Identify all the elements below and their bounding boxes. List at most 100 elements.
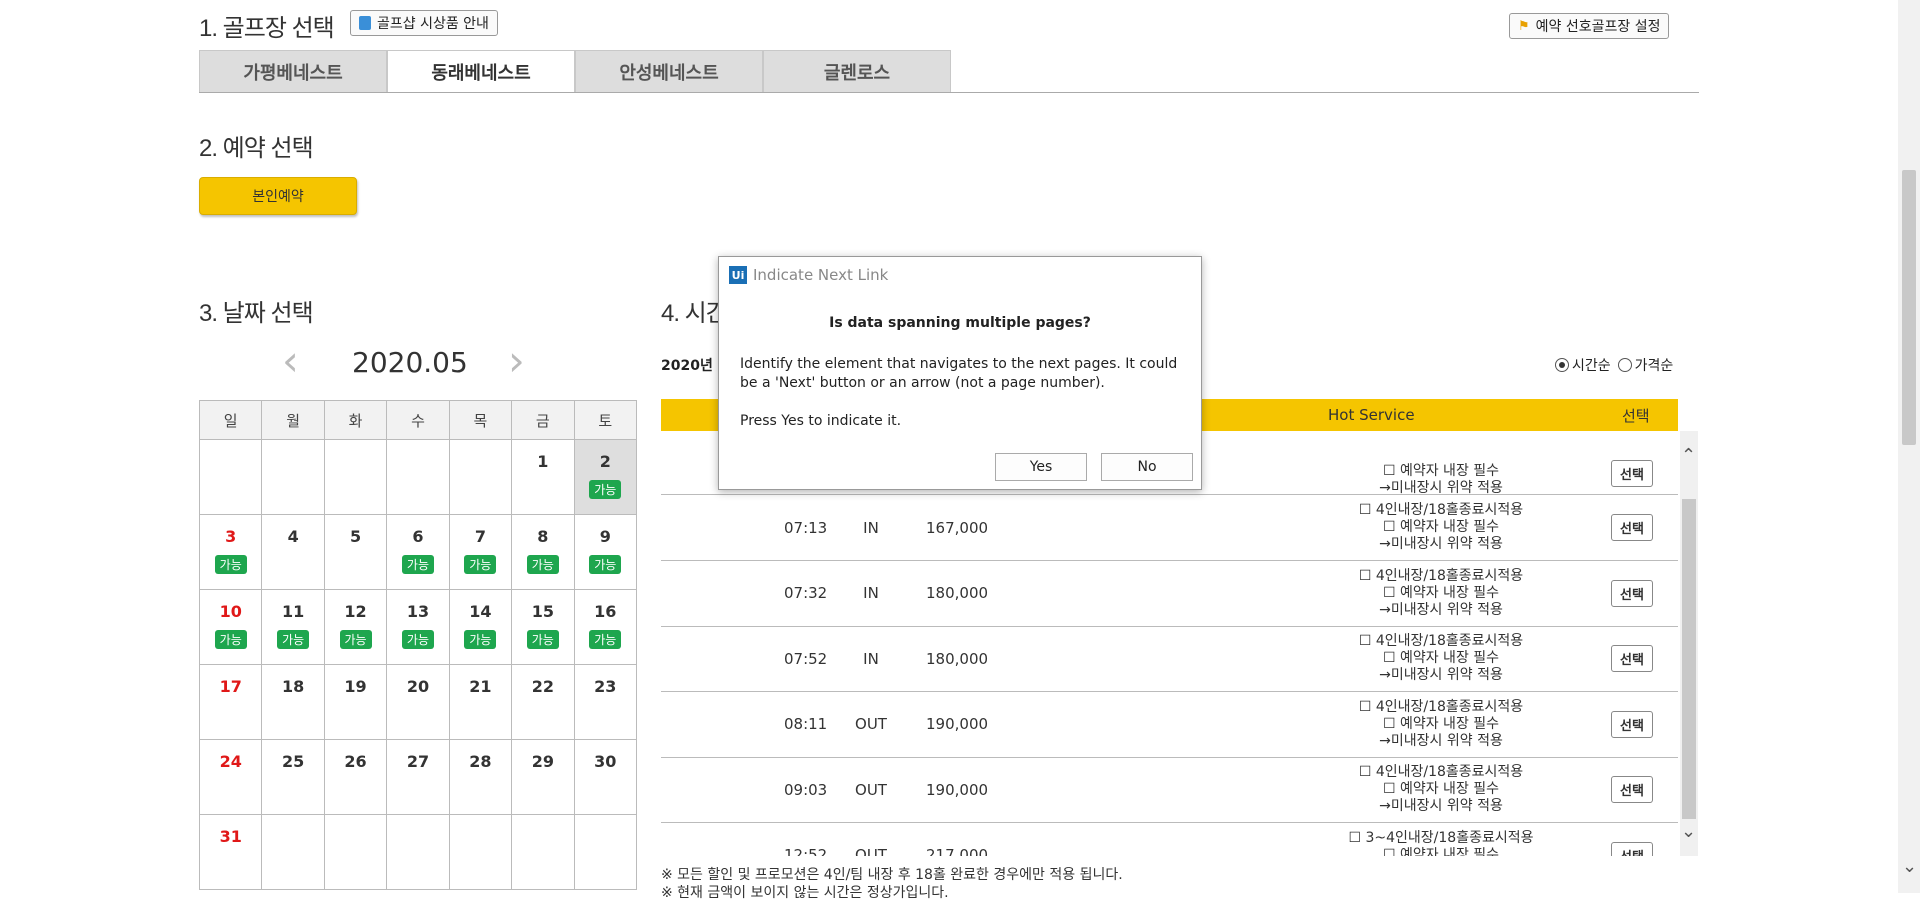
tab-glenross[interactable]: 글렌로스 [763,50,951,92]
select-header: 선택 [1622,406,1650,425]
course-side: IN [863,649,879,668]
indicate-next-link-dialog: Ui Indicate Next Link Is data spanning m… [718,256,1202,490]
course-side: OUT [855,715,887,733]
calendar-day[interactable]: 6 가능 [386,514,450,590]
calendar-day[interactable]: 17 [198,664,263,740]
calendar-day[interactable]: 22 [511,664,575,740]
calendar-day[interactable]: 25 [261,739,325,815]
select-button[interactable]: 선택 [1611,645,1653,672]
tee-time: 08:11 [784,715,828,733]
page-scroll-thumb[interactable] [1902,170,1916,445]
hot-service-line: ☐ 4인내장/18홀종료시적용 [1358,633,1524,649]
calendar-day[interactable]: 4 [261,514,325,590]
calendar-day[interactable]: 18 [261,664,325,740]
calendar-day[interactable]: 15 가능 [511,589,575,665]
calendar-day[interactable]: 20 [386,664,450,740]
hot-service-line: →미내장시 위약 적용 [1379,667,1503,683]
page-scroll-down-arrow[interactable]: ⌄ [1902,856,1917,877]
yes-button[interactable]: Yes [995,453,1087,481]
day-number: 9 [599,527,611,546]
day-number: 19 [344,677,367,696]
sort-price-radio[interactable] [1617,358,1632,372]
calendar-day[interactable]: 24 [198,739,263,815]
calendar-day[interactable]: 12 가능 [323,589,388,665]
calendar-day [448,439,513,515]
day-number: 5 [349,527,362,546]
tab-dongrae[interactable]: 동래베네스트 [387,50,575,92]
scroll-down-arrow[interactable]: ⌄ [1681,821,1696,842]
calendar-day[interactable]: 29 [511,739,575,815]
weekday-tue: 화 [323,400,388,440]
day-number: 13 [406,602,430,621]
select-button[interactable]: 선택 [1611,514,1653,541]
calendar-day[interactable]: 31 [198,814,263,890]
table-scrollbar[interactable]: ⌃ ⌄ [1680,431,1698,856]
course-side: IN [863,518,879,537]
select-button[interactable]: 선택 [1611,579,1653,607]
golfshop-gift-label: 골프샵 시상품 안내 [377,16,489,32]
available-badge: 가능 [526,630,559,649]
calendar-day[interactable]: 5 [323,514,388,590]
green-fee-price: 167,000 [926,518,989,537]
select-button[interactable]: 선택 [1611,776,1653,803]
calendar-day[interactable]: 16 가능 [573,589,638,665]
prev-month-arrow[interactable]: ‹ [282,340,299,382]
calendar-day[interactable]: 19 [323,664,388,740]
weekday-fri: 금 [511,400,575,440]
green-fee-price: 180,000 [926,584,989,602]
calendar-day[interactable]: 30 [573,739,638,815]
calendar-day [261,439,325,515]
no-button[interactable]: No [1101,453,1193,481]
calendar-day[interactable]: 26 [323,739,388,815]
sort-time-radio[interactable] [1555,358,1569,372]
calendar-day[interactable]: 23 [573,664,638,740]
select-button-partial[interactable]: 선택 [1611,460,1653,487]
day-number: 25 [282,752,305,771]
calendar-day[interactable]: 14 가능 [448,589,513,665]
course-side: OUT [855,780,887,799]
available-badge: 가능 [589,480,622,499]
available-badge: 가능 [401,630,435,649]
section1-title: 1. 골프장 선택 [199,15,335,42]
tab-gapyeong[interactable]: 가평베네스트 [199,50,387,92]
hot-service-line: ☐ 예약자 내장 필수 [1382,650,1500,666]
hot-service-text: ☐ 3~4인내장/18홀종료시적용☐ 예약자 내장 필수→미내장시 위약 적용 [1221,830,1661,857]
calendar-day[interactable]: 7 가능 [448,514,513,590]
weekday-sat: 토 [573,400,638,440]
note-price: ※ 현재 금액이 보이지 않는 시간은 정상가입니다. [661,885,949,901]
preferred-course-button[interactable]: ⚑ 예약 선호골프장 설정 [1509,13,1670,39]
golfshop-gift-button[interactable]: 골프샵 시상품 안내 [350,10,498,36]
calendar-day [573,814,638,890]
calendar-day[interactable]: 11 가능 [261,589,325,665]
calendar-day[interactable]: 10 가능 [198,589,263,665]
tab-anseong[interactable]: 안성베네스트 [575,50,763,92]
calendar-day[interactable]: 3 가능 [198,514,263,590]
page-scrollbar[interactable]: ⌄ [1898,0,1920,893]
self-reservation-button[interactable]: 본인예약 [199,177,357,215]
hot-service-line: →미내장시 위약 적용 [1379,536,1503,552]
next-month-arrow[interactable]: › [508,340,525,382]
scroll-up-arrow[interactable]: ⌃ [1681,445,1696,466]
table-scroll-thumb[interactable] [1682,499,1696,819]
hot-service-line: ☐ 예약자 내장 필수 [1382,715,1500,732]
hot-service-line: ☐ 예약자 내장 필수 [1382,584,1500,601]
select-button[interactable]: 선택 [1611,710,1653,738]
calendar-day[interactable]: 21 [448,664,513,740]
calendar-day[interactable]: 27 [386,739,450,815]
select-button[interactable]: 선택 [1611,841,1653,856]
calendar-day[interactable]: 2 가능 [573,439,638,515]
hot-service-text: ☐ 4인내장/18홀종료시적용 ☐ 예약자 내장 필수 →미내장시 위약 적용 [1221,568,1661,619]
calendar-day[interactable]: 28 [448,739,513,815]
available-badge: 가능 [339,630,372,649]
calendar-day[interactable]: 8 가능 [511,514,575,590]
calendar-day[interactable]: 1 [511,439,575,515]
day-number: 28 [469,752,492,771]
day-number: 2 [599,452,611,471]
day-number: 18 [282,677,305,696]
hot-service-header: Hot Service [1328,406,1415,424]
sort-options: 시간순 가격순 [1555,355,1673,375]
day-number: 22 [531,677,554,696]
hot-service-text: ☐ 4인내장/18홀종료시적용 ☐ 예약자 내장 필수 →미내장시 위약 적용 [1221,502,1661,553]
calendar-day[interactable]: 13 가능 [386,589,450,665]
calendar-day[interactable]: 9 가능 [573,514,638,590]
